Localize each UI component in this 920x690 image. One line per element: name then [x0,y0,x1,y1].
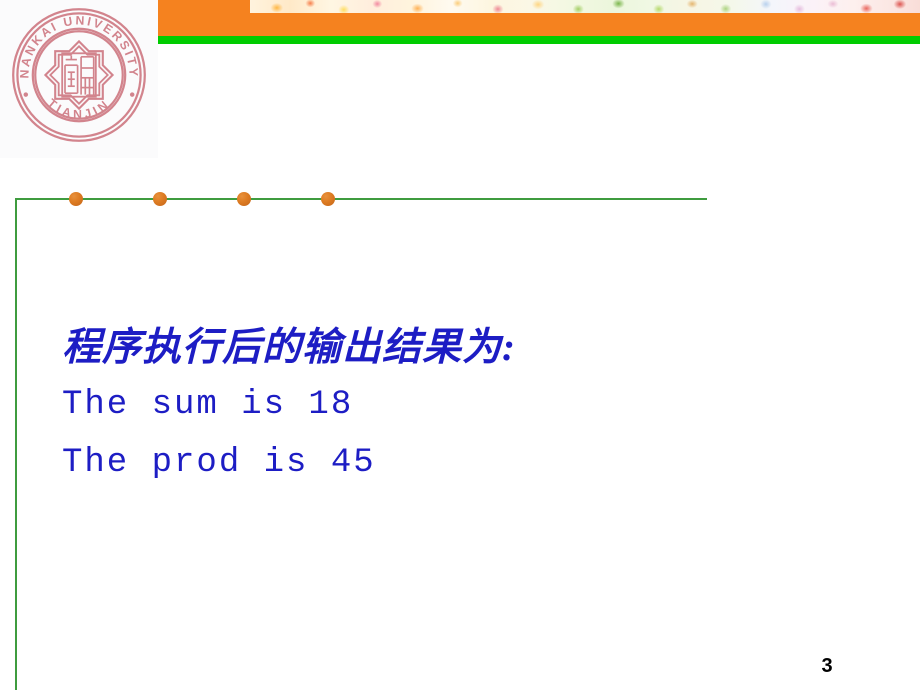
banner-green-bar [158,36,920,44]
decoration-dot [153,192,167,206]
decoration-dot [321,192,335,206]
page-number: 3 [821,655,833,677]
colorful-confetti-strip [250,0,920,13]
decoration-dot [237,192,251,206]
top-banner [158,0,920,44]
output-line-2: The prod is 45 [62,444,376,482]
decoration-horizontal-line [15,198,707,200]
output-line-1: The sum is 18 [62,386,354,424]
svg-text:TIANJIN: TIANJIN [45,96,114,121]
decoration-vertical-line [15,198,17,690]
body-heading-cn: 程序执行后的输出结果为: [62,326,516,369]
nankai-university-logo: NANKAI UNIVERSITY TIANJIN [0,0,158,158]
slide-body: 程序执行后的输出结果为: The sum is 18 The prod is 4… [62,320,762,492]
seal-bottom-text: TIANJIN [45,96,110,121]
university-seal-icon: NANKAI UNIVERSITY TIANJIN [12,8,146,142]
decoration-dot [69,192,83,206]
